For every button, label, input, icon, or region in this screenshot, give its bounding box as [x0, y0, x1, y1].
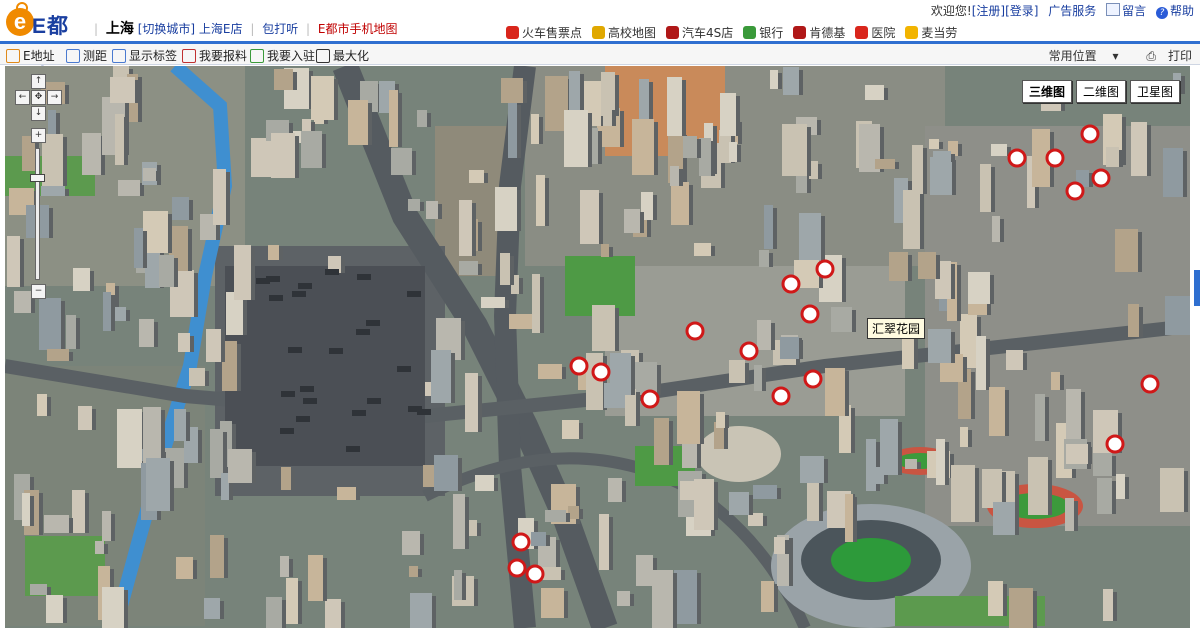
category-university[interactable]: 高校地图 — [592, 24, 656, 41]
place-callout[interactable]: 汇翠花园 — [867, 318, 926, 339]
zoom-slider-track — [35, 148, 40, 280]
map-toolbar: E地址 测距 显示标签 我要报料 我要入驻 最大化 常用位置 ▾ ⎙ 打印 — [0, 44, 1200, 65]
toolbar-report-button[interactable]: 我要报料 — [182, 47, 247, 64]
baodating-link[interactable]: 包打听 — [262, 22, 298, 36]
category-label: 银行 — [759, 26, 784, 40]
map-canvas[interactable]: ↑ ← ✥ → ↓ + − 三维图 二维图 卫星图 汇翠花园 — [5, 66, 1190, 628]
category-bar: 火车售票点 高校地图 汽车4S店 银行 肯德基 医院 麦当劳 — [506, 24, 967, 42]
toolbar-label: E地址 — [23, 49, 55, 63]
toolbar-label: 我要报料 — [199, 49, 248, 63]
logo-e-icon: e — [6, 8, 34, 36]
toolbar-label: 最大化 — [333, 49, 370, 63]
toolbar-maximize-button[interactable]: 最大化 — [316, 47, 369, 64]
header: e E都市 | 上海 [切换城市] 上海E店 | 包打听 | E都市手机地图 欢… — [0, 0, 1200, 68]
train-ticket-icon — [506, 26, 519, 39]
pan-right-icon[interactable]: → — [47, 90, 62, 105]
current-city: 上海 — [105, 21, 134, 37]
store-link[interactable]: 上海E店 — [199, 22, 243, 36]
toolbar-pencil-button[interactable]: E地址 — [6, 47, 55, 64]
map-view-2-button[interactable]: 卫星图 — [1129, 80, 1180, 103]
ruler-icon — [66, 48, 80, 63]
kfc-icon — [793, 26, 807, 39]
toolbar-ruler-button[interactable]: 测距 — [66, 47, 107, 64]
switch-city-link[interactable]: [切换城市] — [138, 22, 195, 36]
register-link[interactable]: [注册] — [972, 4, 1005, 18]
university-icon — [592, 26, 606, 39]
zoom-in-button[interactable]: + — [31, 128, 46, 143]
pan-down-icon[interactable]: ↓ — [31, 106, 46, 121]
category-label: 医院 — [871, 26, 896, 40]
side-panel-toggle[interactable] — [1194, 270, 1200, 306]
category-train-ticket[interactable]: 火车售票点 — [506, 24, 582, 41]
tag-icon — [112, 48, 126, 63]
category-car[interactable]: 汽车4S店 — [666, 24, 733, 41]
common-location-dropdown[interactable]: 常用位置 ▾ — [1037, 49, 1119, 63]
print-label: 打印 — [1167, 49, 1192, 63]
login-link[interactable]: [登录] — [1005, 4, 1038, 18]
print-button[interactable]: ⎙ 打印 — [1134, 49, 1192, 63]
pan-up-icon[interactable]: ↑ — [31, 74, 46, 89]
category-mcdonalds[interactable]: 麦当劳 — [905, 24, 957, 41]
hospital-icon — [855, 26, 869, 39]
toolbar-label: 我要入驻 — [267, 49, 316, 63]
common-location-label: 常用位置 — [1048, 49, 1097, 63]
category-bank[interactable]: 银行 — [743, 24, 783, 41]
category-hospital[interactable]: 医院 — [855, 24, 895, 41]
report-icon — [182, 48, 196, 63]
toolbar-tag-button[interactable]: 显示标签 — [112, 47, 177, 64]
zoom-out-button[interactable]: − — [31, 284, 46, 299]
map-3d-image — [5, 66, 1190, 628]
help-link[interactable]: 帮助 — [1170, 4, 1194, 18]
toolbar-join-button[interactable]: 我要入驻 — [250, 47, 315, 64]
toolbar-label: 测距 — [83, 49, 108, 63]
mobile-map-link[interactable]: E都市手机地图 — [318, 22, 398, 36]
pan-left-icon[interactable]: ← — [15, 90, 30, 105]
category-label: 高校地图 — [608, 26, 657, 40]
ads-link[interactable]: 广告服务 — [1048, 4, 1096, 18]
car-icon — [666, 26, 680, 39]
toolbar-label: 显示标签 — [129, 49, 178, 63]
printer-icon: ⎙ — [1146, 49, 1156, 63]
category-label: 汽车4S店 — [682, 26, 734, 40]
message-icon — [1106, 3, 1121, 16]
category-kfc[interactable]: 肯德基 — [793, 24, 845, 41]
map-view-0-button[interactable]: 三维图 — [1021, 80, 1072, 103]
map-type-switch: 三维图 二维图 卫星图 — [1021, 80, 1180, 103]
reset-view-icon[interactable]: ✥ — [31, 90, 46, 105]
help-icon: ? — [1155, 7, 1168, 19]
chevron-down-icon: ▾ — [1112, 49, 1119, 63]
message-link[interactable]: 留言 — [1122, 4, 1146, 18]
zoom-slider-thumb[interactable] — [30, 174, 45, 182]
maximize-icon — [316, 48, 330, 63]
bank-icon — [743, 26, 757, 39]
city-bar: | 上海 [切换城市] 上海E店 | 包打听 | E都市手机地图 — [94, 21, 398, 37]
category-label: 火车售票点 — [522, 26, 583, 40]
map-view-1-button[interactable]: 二维图 — [1075, 80, 1126, 103]
join-icon — [250, 48, 264, 63]
category-label: 肯德基 — [809, 26, 846, 40]
zoom-slider[interactable] — [30, 148, 45, 280]
welcome-text: 欢迎您! — [930, 4, 972, 18]
category-label: 麦当劳 — [921, 26, 958, 40]
pencil-icon — [6, 48, 20, 63]
logo[interactable]: e E都市 — [6, 2, 88, 68]
mcdonalds-icon — [905, 26, 919, 39]
top-links: 欢迎您![注册][登录] 广告服务 留言 ? 帮助 — [925, 2, 1194, 19]
